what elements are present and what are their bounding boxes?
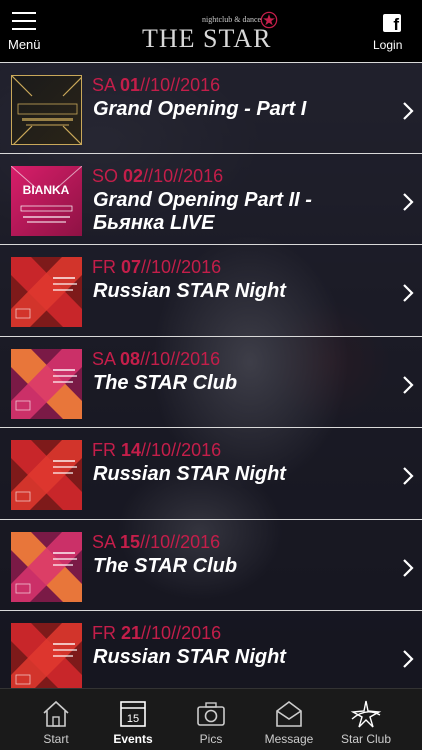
chevron-right-icon bbox=[403, 192, 414, 211]
login-label: Login bbox=[373, 38, 403, 52]
chevron-right-icon bbox=[403, 650, 414, 668]
logo: nightclub & dance THE STAR bbox=[142, 11, 282, 54]
event-thumbnail bbox=[11, 531, 82, 602]
hamburger-icon bbox=[12, 12, 36, 30]
tab-label: Start bbox=[43, 732, 69, 746]
event-thumbnail bbox=[11, 623, 82, 688]
logo-title: THE STAR bbox=[142, 24, 272, 53]
event-title: The STAR Club bbox=[93, 554, 238, 577]
bianka-poster-icon: BIANKA bbox=[11, 165, 82, 223]
tab-label: Star Club bbox=[340, 732, 392, 746]
tab-events[interactable]: 15 Events bbox=[95, 689, 171, 750]
event-date: SO 02//10//2016 bbox=[92, 165, 224, 186]
tab-star-club[interactable]: Star Club bbox=[328, 689, 404, 750]
chevron-right-icon bbox=[403, 375, 414, 394]
chevron-right-icon bbox=[403, 467, 414, 485]
event-list-area[interactable]: SA 01//10//2016 Grand Opening - Part I B… bbox=[0, 62, 422, 688]
login-button[interactable]: f Login bbox=[370, 12, 414, 54]
event-date: SA 01//10//2016 bbox=[92, 75, 221, 95]
red-x-poster-icon bbox=[11, 623, 82, 688]
facebook-icon: f bbox=[383, 14, 401, 34]
event-list: SA 01//10//2016 Grand Opening - Part I B… bbox=[0, 62, 422, 688]
orange-pink-x-poster-icon bbox=[11, 531, 82, 602]
event-date: SA 15//10//2016 bbox=[92, 531, 221, 552]
chevron-right-icon bbox=[403, 102, 414, 120]
event-title: Russian STAR Night bbox=[93, 646, 286, 668]
svg-text:BIANKA: BIANKA bbox=[23, 183, 70, 197]
event-row[interactable]: FR 14//10//2016 Russian STAR Night bbox=[0, 428, 422, 520]
art-deco-pattern-icon bbox=[12, 76, 81, 144]
event-title: The STAR Club bbox=[93, 371, 238, 394]
envelope-icon bbox=[276, 701, 302, 727]
chevron-right-icon bbox=[403, 558, 414, 577]
red-x-poster-icon bbox=[11, 440, 82, 510]
event-date: FR 14//10//2016 bbox=[92, 440, 222, 460]
camera-icon bbox=[197, 702, 225, 726]
event-row[interactable]: FR 07//10//2016 Russian STAR Night bbox=[0, 245, 422, 337]
event-row[interactable]: BIANKA SO 02//10//2016 Grand Opening Par… bbox=[0, 153, 422, 245]
event-title: Russian STAR Night bbox=[93, 280, 286, 302]
event-title: Grand Opening - Part I bbox=[93, 98, 307, 120]
event-title: Grand Opening Part II - Бьянка LIVE bbox=[93, 188, 312, 234]
tab-label: Pics bbox=[199, 732, 223, 746]
menu-label: Menü bbox=[8, 37, 41, 52]
event-row[interactable]: SA 15//10//2016 The STAR Club bbox=[0, 519, 422, 611]
tab-pics[interactable]: Pics bbox=[173, 689, 249, 750]
event-title: Russian STAR Night bbox=[93, 463, 286, 485]
red-x-poster-icon bbox=[11, 257, 82, 327]
house-icon bbox=[43, 700, 69, 727]
menu-button[interactable]: Menü bbox=[8, 10, 48, 54]
app-header: Menü nightclub & dance THE STAR f Login bbox=[0, 0, 422, 62]
tab-label: Events bbox=[113, 732, 153, 746]
tab-start[interactable]: Start bbox=[18, 689, 94, 750]
event-thumbnail: BIANKA bbox=[11, 165, 82, 236]
logo-tagline: nightclub & dance bbox=[202, 15, 262, 24]
event-thumbnail bbox=[11, 75, 82, 145]
event-date: FR 21//10//2016 bbox=[92, 623, 222, 643]
event-thumbnail bbox=[11, 348, 82, 419]
event-thumbnail bbox=[11, 440, 82, 510]
chevron-right-icon bbox=[403, 284, 414, 302]
event-date: FR 07//10//2016 bbox=[92, 257, 222, 277]
svg-text:15: 15 bbox=[127, 713, 139, 725]
tab-bar: Start 15 Events Pics Message Star Club bbox=[0, 688, 422, 750]
orange-pink-x-poster-icon bbox=[11, 348, 82, 419]
event-row[interactable]: FR 21//10//2016 Russian STAR Night bbox=[0, 611, 422, 688]
tab-label: Message bbox=[264, 732, 314, 746]
event-row[interactable]: SA 08//10//2016 The STAR Club bbox=[0, 336, 422, 428]
event-date: SA 08//10//2016 bbox=[92, 348, 221, 369]
event-thumbnail bbox=[11, 257, 82, 327]
tab-message[interactable]: Message bbox=[251, 689, 327, 750]
calendar-icon: 15 bbox=[120, 701, 146, 727]
star-club-icon bbox=[350, 700, 382, 728]
event-row[interactable]: SA 01//10//2016 Grand Opening - Part I bbox=[0, 62, 422, 154]
